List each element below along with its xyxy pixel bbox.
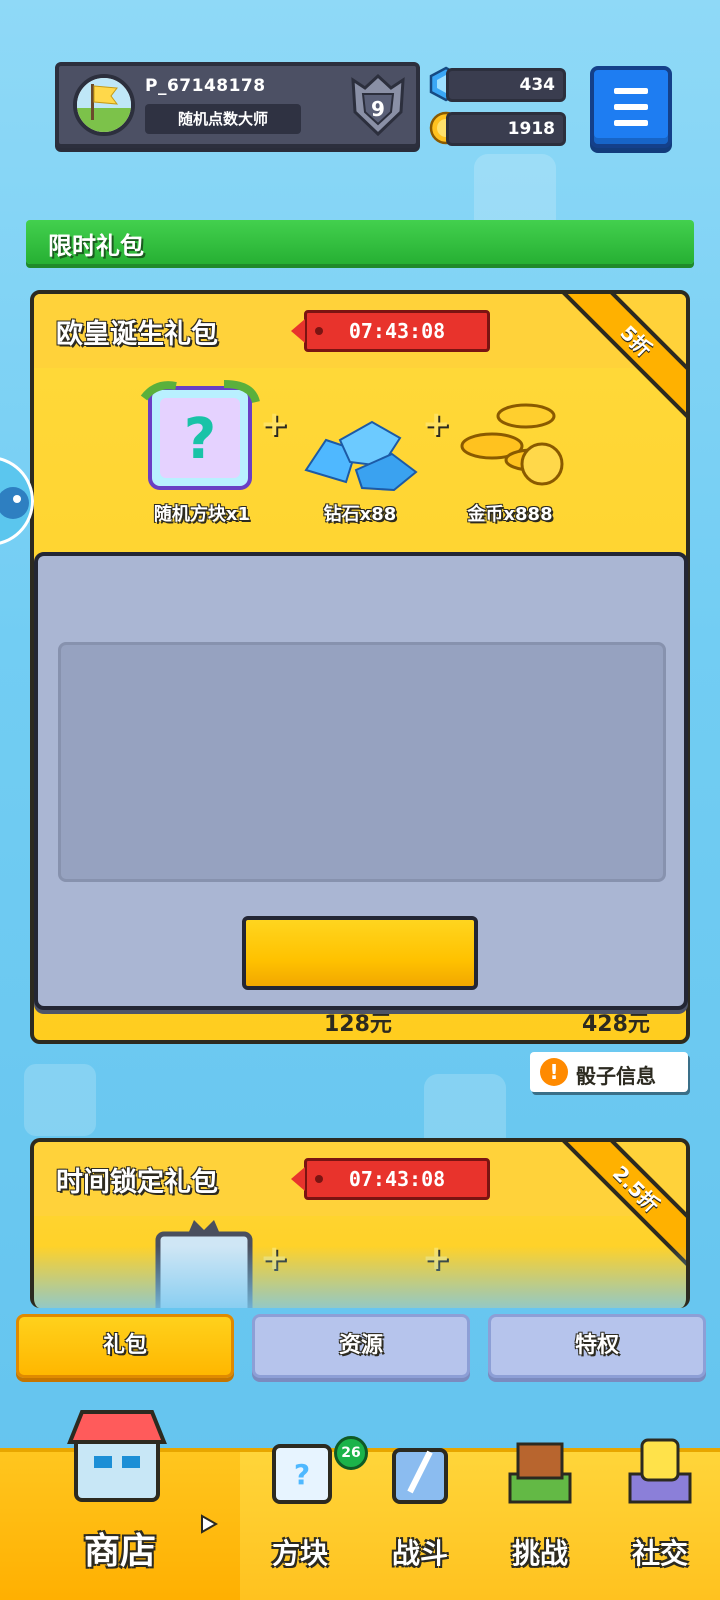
dialog-content-area <box>58 642 666 882</box>
rank-shield-icon: 9 <box>351 73 405 137</box>
background-dice-icon <box>24 1064 96 1136</box>
challenge-icon <box>508 1442 572 1504</box>
social-icon <box>628 1438 692 1504</box>
shop-icon <box>67 1410 167 1502</box>
pack-item-label: 钻石x88 <box>323 504 397 525</box>
dice-info-label: 骰子信息 <box>576 1064 656 1088</box>
tab-privileges[interactable]: 特权 <box>488 1314 706 1378</box>
limited-offer-section-header: 限时礼包 <box>26 220 694 264</box>
menu-icon <box>614 88 648 94</box>
tab-gift-packs[interactable]: 礼包 <box>16 1314 234 1378</box>
nav-challenge-label: 挑战 <box>511 1537 568 1570</box>
penguin-icon <box>0 487 29 519</box>
dialog-panel <box>34 552 688 1010</box>
nav-challenge[interactable]: 挑战 <box>480 1442 600 1600</box>
section-title: 限时礼包 <box>48 232 144 260</box>
pack-timer: 07:43:08 <box>291 310 490 352</box>
dialog-confirm-button[interactable] <box>242 916 478 990</box>
nav-shop-label: 商店 <box>83 1531 156 1572</box>
battle-icon <box>392 1448 448 1504</box>
nav-social[interactable]: 社交 <box>600 1438 720 1600</box>
coin-counter: 1918 <box>446 112 566 146</box>
info-icon: ! <box>540 1058 568 1086</box>
dice-info-button[interactable]: ! 骰子信息 <box>530 1052 688 1092</box>
nav-battle-label: 战斗 <box>391 1537 448 1570</box>
nav-blocks-label: 方块 <box>271 1537 328 1570</box>
nav-battle[interactable]: 战斗 <box>360 1448 480 1600</box>
bottom-navigation: 商店 ? 方块 战斗 挑战 社交 <box>0 1410 720 1600</box>
gold-coins-icon <box>460 403 564 486</box>
tab-resources[interactable]: 资源 <box>252 1314 470 1378</box>
mystery-block-icon: ? <box>140 380 260 490</box>
gem-counter: 434 <box>446 68 566 102</box>
diamond-pile-icon <box>304 420 418 492</box>
player-id: P_67148178 <box>145 76 266 96</box>
flag-avatar-icon <box>77 78 131 132</box>
plus-icon: + <box>422 404 451 444</box>
pack-title: 时间锁定礼包 <box>56 1167 218 1198</box>
pack-item-label: 金币x888 <box>467 504 553 525</box>
pack-original-price: 428元 <box>582 1012 650 1037</box>
pack-title: 欧皇诞生礼包 <box>56 319 218 350</box>
nav-blocks[interactable]: ? 方块 <box>240 1444 360 1600</box>
nav-shop[interactable]: 商店 <box>0 1410 240 1600</box>
pack-card-2[interactable]: 时间锁定礼包 07:43:08 2.5折 + + <box>30 1138 690 1308</box>
menu-button[interactable] <box>590 66 672 148</box>
nav-social-label: 社交 <box>631 1537 688 1570</box>
plus-icon: + <box>260 404 289 444</box>
pack-item-label: 随机方块x1 <box>153 504 251 525</box>
pack-price: 128元 <box>324 1012 392 1037</box>
svg-text:?: ? <box>294 1458 310 1491</box>
play-arrow-icon <box>201 1514 218 1534</box>
player-title: 随机点数大师 <box>145 104 301 134</box>
pack-timer: 07:43:08 <box>291 1158 490 1200</box>
player-profile-card[interactable]: P_67148178 随机点数大师 9 <box>55 62 420 148</box>
rank-number: 9 <box>371 97 385 121</box>
blocks-icon: ? <box>272 1444 332 1504</box>
blocks-notification-badge: 26 <box>334 1436 368 1470</box>
player-avatar[interactable] <box>73 74 135 136</box>
svg-text:?: ? <box>184 407 216 472</box>
